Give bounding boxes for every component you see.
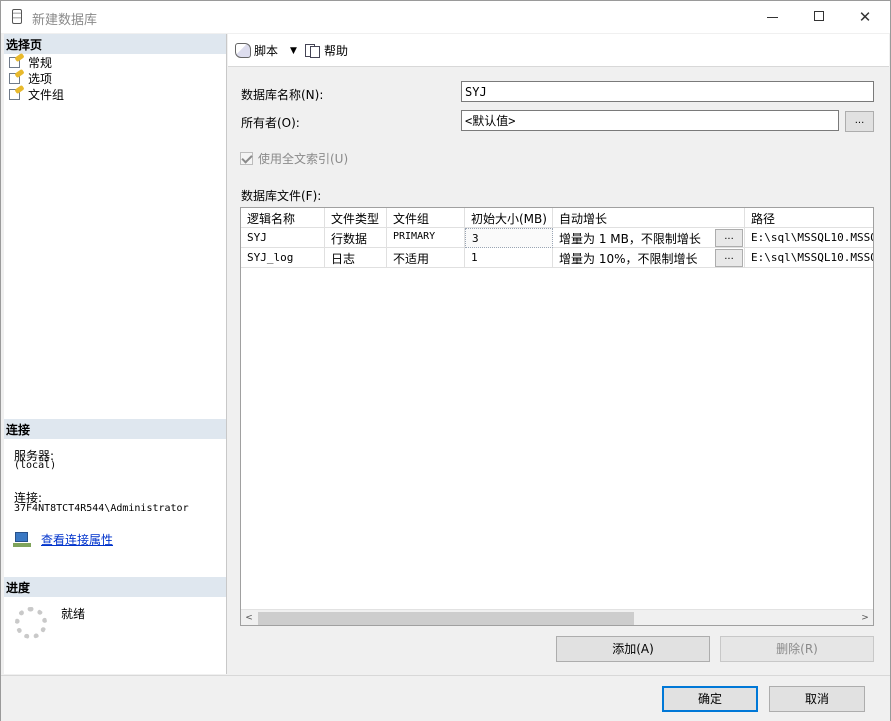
file-type-cell[interactable]: 日志 xyxy=(325,248,387,268)
page-options[interactable]: 选项 xyxy=(8,68,53,86)
select-page-header: 选择页 xyxy=(4,34,226,54)
column-header[interactable]: 文件类型 xyxy=(325,208,387,228)
column-header[interactable]: 逻辑名称 xyxy=(241,208,325,228)
progress-status: 就绪 xyxy=(61,607,86,621)
scroll-right-icon[interactable]: > xyxy=(859,612,871,625)
right-pane: 脚本 ▼ 帮助 数据库名称(N): 所有者(O): ... 使用全文索引(U) … xyxy=(228,34,889,674)
column-header[interactable]: 文件组 xyxy=(387,208,465,228)
filegroup-cell[interactable]: PRIMARY xyxy=(387,228,465,248)
autogrowth-browse-button[interactable]: ... xyxy=(715,229,743,247)
toolbar: 脚本 ▼ 帮助 xyxy=(228,34,889,67)
autogrowth-browse-button[interactable]: ... xyxy=(715,249,743,267)
file-type-cell[interactable]: 行数据 xyxy=(325,228,387,248)
initial-size-cell[interactable]: 1 xyxy=(465,248,553,268)
help-button[interactable]: 帮助 xyxy=(305,42,348,59)
column-header[interactable]: 自动增长 xyxy=(553,208,745,228)
filegroup-cell[interactable]: 不适用 xyxy=(387,248,465,268)
minimize-button[interactable] xyxy=(750,1,796,33)
cancel-button[interactable]: 取消 xyxy=(769,686,865,712)
view-connection-properties[interactable]: 查看连接属性 xyxy=(13,531,113,548)
ok-button[interactable]: 确定 xyxy=(662,686,758,712)
fulltext-label: 使用全文索引(U) xyxy=(258,152,349,166)
page-general[interactable]: 常规 xyxy=(8,52,53,70)
progress-header: 进度 xyxy=(4,577,226,597)
window-title: 新建数据库 xyxy=(32,13,98,28)
dropdown-arrow-icon[interactable]: ▼ xyxy=(290,46,297,56)
script-label: 脚本 xyxy=(254,44,279,58)
script-button[interactable]: 脚本 ▼ xyxy=(235,42,297,59)
minimize-icon xyxy=(767,17,778,18)
fulltext-option: 使用全文索引(U) xyxy=(240,150,348,167)
connection-header: 连接 xyxy=(4,419,226,439)
path-cell[interactable]: E:\sql\MSSQL10.MSSQLS xyxy=(745,248,873,268)
db-name-input[interactable] xyxy=(461,81,874,102)
page-settings-icon xyxy=(8,52,25,69)
scrollbar-thumb[interactable] xyxy=(258,612,634,625)
db-files-grid: 逻辑名称 文件类型 文件组 初始大小(MB) 自动增长 路径 SYJ 行数据 P… xyxy=(240,207,874,626)
owner-label: 所有者(O): xyxy=(241,116,300,130)
owner-browse-button[interactable]: ... xyxy=(845,111,874,132)
page-label: 文件组 xyxy=(28,87,65,102)
help-book-icon xyxy=(305,43,321,58)
scroll-left-icon[interactable]: < xyxy=(243,612,255,625)
database-icon xyxy=(12,9,22,24)
page-settings-icon xyxy=(8,84,25,101)
maximize-button[interactable] xyxy=(796,1,842,33)
grid-header-row: 逻辑名称 文件类型 文件组 初始大小(MB) 自动增长 路径 xyxy=(241,208,873,228)
logical-name-cell[interactable]: SYJ_log xyxy=(241,248,325,268)
db-name-label: 数据库名称(N): xyxy=(241,88,324,102)
connection-properties-icon xyxy=(13,531,31,548)
column-header[interactable]: 初始大小(MB) xyxy=(465,208,553,228)
progress-spinner-icon xyxy=(15,607,47,639)
add-button[interactable]: 添加(A) xyxy=(556,636,710,662)
remove-button[interactable]: 删除(R) xyxy=(720,636,874,662)
dialog-footer: 确定 取消 xyxy=(1,675,890,721)
page-label: 选项 xyxy=(28,71,53,86)
initial-size-cell[interactable]: 3 xyxy=(465,228,553,248)
view-props-link[interactable]: 查看连接属性 xyxy=(41,531,113,548)
close-button[interactable]: ✕ xyxy=(842,1,888,33)
fulltext-checkbox[interactable] xyxy=(240,152,253,165)
logical-name-cell[interactable]: SYJ xyxy=(241,228,325,248)
horizontal-scrollbar[interactable]: < > xyxy=(241,609,873,625)
new-database-dialog: 新建数据库 ✕ 选择页 常规 选项 文件组 连接 服务器: (local) 连接… xyxy=(0,0,891,721)
close-icon: ✕ xyxy=(858,8,872,26)
maximize-icon xyxy=(814,11,824,21)
table-row[interactable]: SYJ_log 日志 不适用 1 增量为 10%，不限制增长 ... E:\sq… xyxy=(241,248,873,268)
left-pane: 选择页 常规 选项 文件组 连接 服务器: (local) 连接: 37F4NT… xyxy=(4,34,227,674)
help-label: 帮助 xyxy=(324,44,349,58)
page-filegroups[interactable]: 文件组 xyxy=(8,84,65,102)
column-header[interactable]: 路径 xyxy=(745,208,873,228)
title-bar: 新建数据库 ✕ xyxy=(1,1,890,33)
script-icon xyxy=(235,43,251,58)
db-files-label: 数据库文件(F): xyxy=(241,189,322,203)
owner-input[interactable] xyxy=(461,110,839,131)
path-cell[interactable]: E:\sql\MSSQL10.MSSQLS xyxy=(745,228,873,248)
connection-value: 37F4NT8TCT4R544\Administrator xyxy=(14,503,189,514)
page-label: 常规 xyxy=(28,55,53,70)
page-settings-icon xyxy=(8,68,25,85)
server-value: (local) xyxy=(14,460,57,471)
table-row[interactable]: SYJ 行数据 PRIMARY 3 增量为 1 MB，不限制增长 ... E:\… xyxy=(241,228,873,248)
